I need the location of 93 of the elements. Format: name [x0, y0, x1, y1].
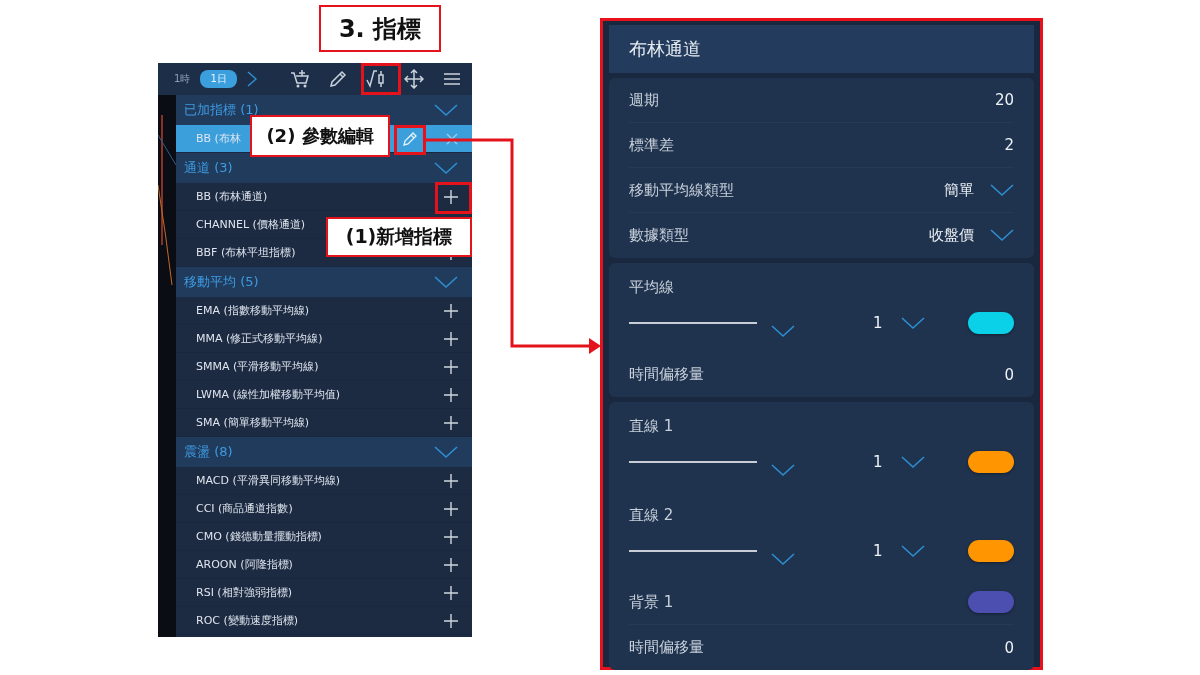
indicator-label: EMA (指數移動平均線)	[196, 303, 310, 318]
setting-label: 平均線	[629, 277, 675, 297]
indicator-label: CCI (商品通道指數)	[196, 501, 293, 516]
plus-icon[interactable]	[444, 415, 458, 430]
panel-title: 布林通道	[629, 37, 701, 61]
setting-value[interactable]: 20	[994, 91, 1014, 109]
indicator-label: BBF (布林平坦指標)	[196, 245, 296, 260]
indicator-label: CHANNEL (價格通道)	[196, 217, 306, 232]
close-icon[interactable]	[446, 132, 458, 145]
chevron-down-icon[interactable]	[771, 324, 795, 338]
indicator-label: RSI (相對強弱指標)	[196, 585, 292, 600]
plus-icon[interactable]	[444, 557, 458, 572]
indicator-item[interactable]: RSI (相對強弱指標)	[176, 579, 472, 607]
highlight-frame-tooltip	[435, 182, 472, 214]
chevron-down-icon[interactable]	[900, 455, 925, 469]
setting-value[interactable]: 0	[1004, 365, 1014, 384]
section-header[interactable]: 通道 (3)	[176, 153, 472, 183]
chevron-down-icon[interactable]	[900, 316, 925, 330]
highlight-frame-tooltip	[361, 63, 401, 95]
setting-value[interactable]: 2	[1004, 136, 1014, 154]
move-icon[interactable]	[404, 69, 424, 89]
indicator-item[interactable]: LWMA (線性加權移動平均值)	[176, 381, 472, 409]
plus-icon[interactable]	[444, 359, 458, 374]
indicator-item[interactable]: CCI (商品通道指數)	[176, 495, 472, 523]
color-swatch[interactable]	[968, 312, 1014, 334]
setting-label: 時間偏移量	[629, 365, 704, 384]
dropdown-value[interactable]: 收盤價	[929, 226, 974, 245]
section-header[interactable]: 移動平均 (5)	[176, 267, 472, 297]
plus-icon[interactable]	[444, 303, 458, 318]
callout-tooltip: 3. 指標	[319, 5, 441, 52]
section-title: 通道 (3)	[184, 159, 233, 177]
chevron-down-icon[interactable]	[771, 463, 795, 477]
line-width-value[interactable]: 1	[873, 314, 883, 332]
color-swatch[interactable]	[968, 540, 1014, 562]
setting-label: 數據類型	[629, 226, 689, 245]
indicator-item[interactable]: MMA (修正式移動平均線)	[176, 325, 472, 353]
plus-icon[interactable]	[444, 613, 458, 628]
color-swatch[interactable]	[968, 591, 1014, 613]
indicator-item[interactable]: EMA (指數移動平均線)	[176, 297, 472, 325]
indicator-item[interactable]: CMO (錢德動量擺動指標)	[176, 523, 472, 551]
line-width-value[interactable]: 1	[873, 542, 883, 560]
setting-label: 直線 1	[629, 416, 675, 436]
line-width-value[interactable]: 1	[873, 453, 883, 471]
indicator-item[interactable]: MACD (平滑異同移動平均線)	[176, 467, 472, 495]
chevron-down-icon[interactable]	[434, 275, 458, 289]
highlight-frame-tooltip	[394, 125, 426, 155]
indicator-item[interactable]: BB (布林通道)	[176, 183, 472, 211]
indicator-label: SMA (簡單移動平均線)	[196, 415, 310, 430]
setting-label: 背景 1	[629, 592, 674, 612]
setting-label: 移動平均線類型	[629, 180, 734, 200]
setting-value[interactable]: 0	[1004, 638, 1014, 657]
plus-icon[interactable]	[444, 473, 458, 488]
chevron-down-icon[interactable]	[990, 183, 1014, 197]
section-title: 震盪 (8)	[184, 443, 233, 461]
chevron-down-icon[interactable]	[434, 161, 458, 175]
indicator-item[interactable]: ROC (變動速度指標)	[176, 607, 472, 635]
chevron-right-icon[interactable]	[246, 71, 257, 87]
setting-label: 時間偏移量	[629, 638, 704, 657]
indicator-icon[interactable]	[366, 69, 386, 89]
dropdown-value[interactable]: 簡單	[944, 180, 974, 200]
section-header[interactable]: 震盪 (8)	[176, 437, 472, 467]
indicator-label: BB (布林	[196, 131, 241, 146]
indicator-item[interactable]: AROON (阿隆指標)	[176, 551, 472, 579]
setting-label: 週期	[629, 90, 659, 110]
plus-icon[interactable]	[444, 501, 458, 516]
setting-label: 標準差	[629, 135, 674, 155]
plus-icon[interactable]	[444, 387, 458, 402]
indicator-item[interactable]: SMMA (平滑移動平均線)	[176, 353, 472, 381]
pencil-icon[interactable]	[328, 69, 348, 89]
indicator-label: ROC (變動速度指標)	[196, 613, 299, 628]
chevron-down-icon[interactable]	[434, 445, 458, 459]
setting-label: 直線 2	[629, 505, 675, 525]
indicator-label: AROON (阿隆指標)	[196, 557, 293, 572]
time-tab[interactable]: 1時	[168, 71, 197, 87]
plus-icon[interactable]	[444, 585, 458, 600]
indicator-label: MACD (平滑異同移動平均線)	[196, 473, 341, 488]
chevron-down-icon[interactable]	[990, 229, 1014, 242]
callout-tooltip: (1)新增指標	[326, 217, 472, 257]
indicator-label: BB (布林通道)	[196, 189, 268, 204]
chevron-down-icon[interactable]	[434, 103, 458, 117]
indicator-label: LWMA (線性加權移動平均值)	[196, 387, 341, 402]
plus-icon[interactable]	[444, 189, 458, 204]
color-swatch[interactable]	[968, 451, 1014, 473]
plus-icon[interactable]	[444, 331, 458, 346]
indicator-label: CMO (錢德動量擺動指標)	[196, 529, 322, 544]
chevron-down-icon[interactable]	[900, 544, 925, 558]
cart-plus-icon[interactable]	[290, 69, 310, 89]
chevron-down-icon[interactable]	[771, 552, 795, 566]
indicator-label: MMA (修正式移動平均線)	[196, 331, 323, 346]
plus-icon[interactable]	[444, 529, 458, 544]
callout-tooltip: (2) 參數編輯	[250, 115, 390, 157]
indicator-label: SMMA (平滑移動平均線)	[196, 359, 319, 374]
section-title: 移動平均 (5)	[184, 273, 259, 291]
